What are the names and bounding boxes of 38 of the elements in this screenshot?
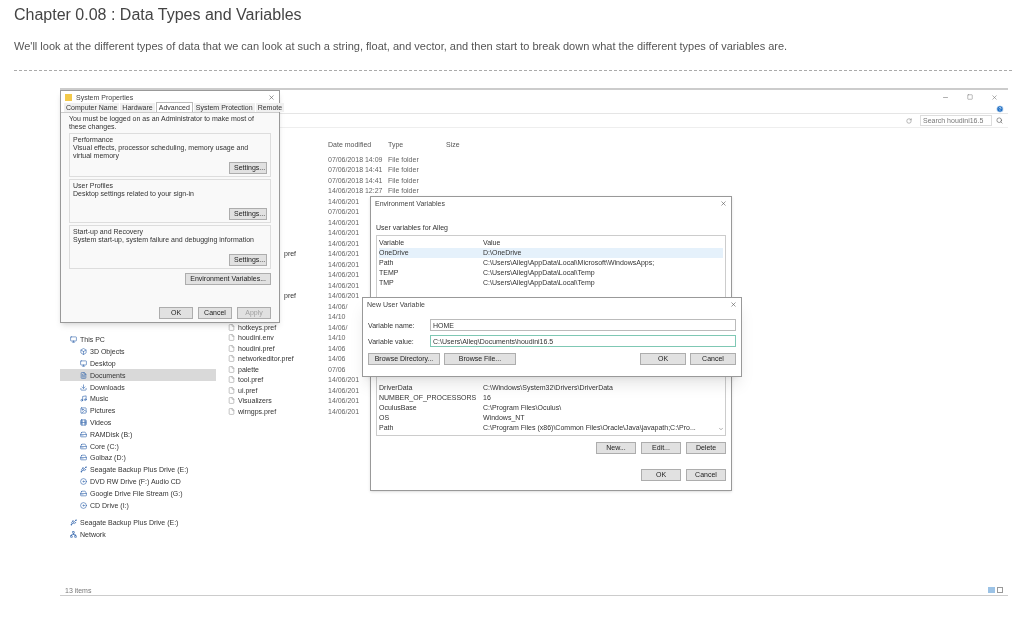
file-icon — [228, 334, 235, 342]
drive-icon — [80, 442, 87, 450]
chapter-description: We'll look at the different types of data that we can look at such a string, float, and vector, and then start to break down what the different types of variables are. — [14, 39, 789, 54]
tiles-view-icon[interactable] — [997, 587, 1003, 593]
chapter-title: Chapter 0.08 : Data Types and Variables — [14, 5, 303, 25]
close-icon[interactable] — [720, 199, 727, 207]
monitor-icon — [80, 360, 87, 367]
file-icon — [228, 344, 235, 352]
file-icon — [228, 386, 235, 394]
maximize-icon[interactable] — [967, 94, 973, 100]
drive-icon — [80, 454, 87, 462]
refresh-icon[interactable] — [906, 117, 912, 124]
file-icon — [228, 365, 235, 373]
close-icon[interactable] — [730, 300, 737, 308]
disc-icon — [80, 501, 87, 509]
file-icon — [228, 376, 235, 384]
search-icon[interactable] — [996, 117, 1003, 124]
network-icon — [70, 531, 77, 539]
help-icon[interactable] — [996, 104, 1004, 113]
file-icon — [228, 397, 235, 405]
close-icon[interactable] — [268, 93, 275, 101]
disc-icon — [80, 477, 87, 485]
monitor-icon — [70, 336, 77, 344]
drive-icon — [80, 489, 87, 497]
close-icon[interactable] — [991, 93, 998, 101]
file-icon — [228, 407, 235, 415]
document-icon — [80, 371, 87, 379]
music-note-icon — [80, 395, 87, 403]
usb-icon — [70, 519, 77, 527]
file-icon — [228, 355, 235, 363]
cube-icon — [80, 348, 87, 356]
film-icon — [80, 418, 87, 426]
download-icon — [80, 383, 87, 391]
drive-icon — [80, 430, 87, 438]
usb-icon — [80, 466, 87, 474]
image-icon — [80, 407, 87, 415]
folder-icon — [65, 93, 72, 101]
scroll-down-icon[interactable] — [718, 426, 724, 432]
